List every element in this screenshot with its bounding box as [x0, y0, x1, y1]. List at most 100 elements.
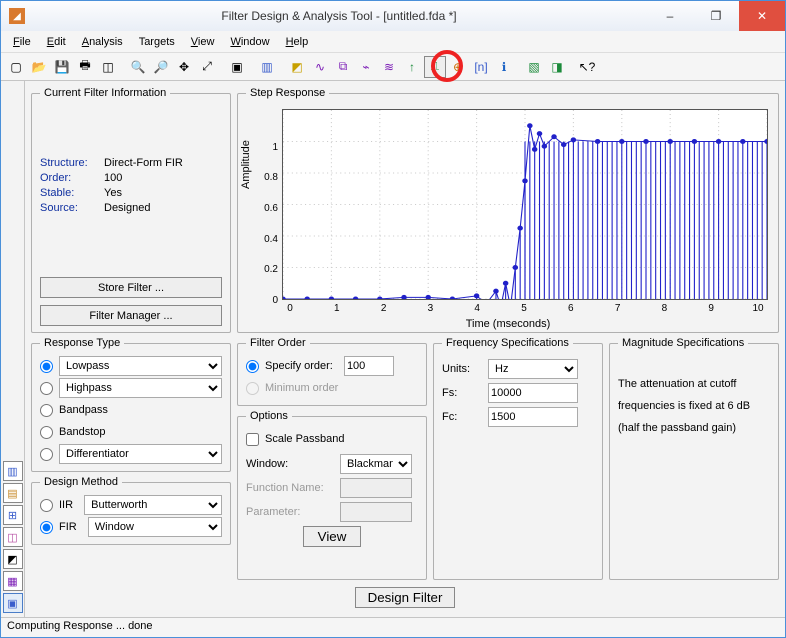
fo-minimum-radio — [246, 382, 259, 395]
group-delay-icon[interactable]: ⌁ — [355, 56, 377, 78]
dm-iir-radio[interactable] — [40, 499, 53, 512]
pan-icon[interactable]: ✥ — [173, 56, 195, 78]
rt-diff-select[interactable]: Differentiator — [59, 444, 222, 464]
rt-diff-radio[interactable] — [40, 448, 53, 461]
palette-btn-5[interactable]: ◩ — [3, 549, 23, 569]
opt-view-button[interactable]: View — [303, 526, 362, 547]
filter-manager-button[interactable]: Filter Manager ... — [40, 305, 222, 326]
new-icon[interactable]: ▢ — [5, 56, 27, 78]
rt-bandpass-radio[interactable] — [40, 404, 53, 417]
palette-btn-3[interactable]: ⊞ — [3, 505, 23, 525]
mag-legend: Magnitude Specifications — [618, 337, 748, 349]
zoom-in-icon[interactable]: 🔍 — [127, 56, 149, 78]
main-area: ▥ ▤ ⊞ ◫ ◩ ▦ ▣ Current Filter Information… — [1, 81, 785, 617]
cfi-source-label: Source: — [40, 202, 100, 214]
store-filter-button[interactable]: Store Filter ... — [40, 277, 222, 298]
step-response-chart[interactable] — [282, 109, 768, 300]
phase-delay-icon[interactable]: ≋ — [378, 56, 400, 78]
status-text: Computing Response ... done — [7, 620, 153, 632]
zoom-out-icon[interactable]: 🔎 — [150, 56, 172, 78]
cfi-order-label: Order: — [40, 172, 100, 184]
cfi-stable-label: Stable: — [40, 187, 100, 199]
freq-fs-input[interactable] — [488, 383, 578, 403]
help-icon[interactable]: ↖? — [576, 56, 598, 78]
filter-coeffs-icon[interactable]: [n] — [470, 56, 492, 78]
phase-response-icon[interactable]: ∿ — [309, 56, 331, 78]
close-button[interactable]: ✕ — [739, 1, 785, 31]
palette-btn-1[interactable]: ▥ — [3, 461, 23, 481]
dm-fir-label: FIR — [59, 521, 77, 533]
rt-bandpass-label: Bandpass — [59, 404, 108, 416]
palette-btn-7[interactable]: ▣ — [3, 593, 23, 613]
mag-response-est-icon[interactable]: ▧ — [523, 56, 545, 78]
open-icon[interactable]: 📂 — [28, 56, 50, 78]
chart-xlabel: Time (mseconds) — [238, 318, 778, 330]
cfi-source-value: Designed — [104, 202, 222, 214]
opt-scale-label: Scale Passband — [265, 433, 345, 445]
fo-legend: Filter Order — [246, 337, 310, 349]
dm-fir-select[interactable]: Window — [88, 517, 222, 537]
opt-func-input — [340, 478, 412, 498]
palette-btn-2[interactable]: ▤ — [3, 483, 23, 503]
status-bar: Computing Response ... done — [1, 617, 785, 637]
palette-btn-6[interactable]: ▦ — [3, 571, 23, 591]
current-filter-info: Current Filter Information Structure: Di… — [31, 87, 231, 333]
freq-fc-label: Fc: — [442, 411, 482, 423]
save-icon[interactable]: 💾 — [51, 56, 73, 78]
freq-fc-input[interactable] — [488, 407, 578, 427]
app-icon: ◢ — [9, 8, 25, 24]
rt-lowpass-select[interactable]: Lowpass — [59, 356, 222, 376]
print-preview-icon[interactable]: ◫ — [97, 56, 119, 78]
menu-view[interactable]: View — [183, 34, 223, 50]
rt-highpass-select[interactable]: Highpass — [59, 378, 222, 398]
pole-zero-icon[interactable]: ⊕ — [447, 56, 469, 78]
full-view-icon[interactable]: ▣ — [226, 56, 248, 78]
filter-specs-icon[interactable]: ▥ — [256, 56, 278, 78]
cfi-order-value: 100 — [104, 172, 222, 184]
menu-window[interactable]: Window — [222, 34, 277, 50]
rt-bandstop-label: Bandstop — [59, 426, 105, 438]
opt-window-select[interactable]: Blackman — [340, 454, 412, 474]
zoom-fit-icon[interactable]: ⤢ — [196, 56, 218, 78]
impulse-response-icon[interactable]: ↑ — [401, 56, 423, 78]
design-method-group: Design Method IIR Butterworth FIR Window — [31, 476, 231, 545]
menubar: File Edit Analysis Targets View Window H… — [1, 31, 785, 53]
dm-legend: Design Method — [40, 476, 122, 488]
rt-highpass-radio[interactable] — [40, 382, 53, 395]
dm-fir-radio[interactable] — [40, 521, 53, 534]
freq-units-select[interactable]: Hz — [488, 359, 578, 379]
design-filter-button[interactable]: Design Filter — [355, 587, 456, 608]
menu-help[interactable]: Help — [278, 34, 317, 50]
rt-lowpass-radio[interactable] — [40, 360, 53, 373]
cfi-structure-label: Structure: — [40, 157, 100, 169]
step-response-icon[interactable]: ⎍ — [424, 56, 446, 78]
fo-specify-input[interactable] — [344, 356, 394, 376]
content: Current Filter Information Structure: Di… — [25, 81, 785, 617]
menu-targets[interactable]: Targets — [131, 34, 183, 50]
menu-file[interactable]: File — [5, 34, 39, 50]
opt-legend: Options — [246, 410, 292, 422]
mag-response-icon[interactable]: ◩ — [286, 56, 308, 78]
mag-text-2: frequencies is fixed at 6 dB — [618, 395, 770, 417]
dm-iir-select[interactable]: Butterworth — [84, 495, 222, 515]
menu-edit[interactable]: Edit — [39, 34, 74, 50]
palette-btn-4[interactable]: ◫ — [3, 527, 23, 547]
magnitude-specs-group: Magnitude Specifications The attenuation… — [609, 337, 779, 580]
mag-text-3: (half the passband gain) — [618, 417, 770, 439]
rt-bandstop-radio[interactable] — [40, 426, 53, 439]
filter-info-icon[interactable]: ℹ — [493, 56, 515, 78]
toolbar: ▢ 📂 💾 🖶 ◫ 🔍 🔎 ✥ ⤢ ▣ ▥ ◩ ∿ ⧉ ⌁ ≋ ↑ ⎍ ⊕ [n… — [1, 53, 785, 81]
mag-phase-icon[interactable]: ⧉ — [332, 56, 354, 78]
opt-scale-checkbox[interactable] — [246, 433, 259, 446]
minimize-button[interactable]: – — [647, 1, 693, 31]
round-off-icon[interactable]: ◨ — [546, 56, 568, 78]
opt-param-input — [340, 502, 412, 522]
rt-legend: Response Type — [40, 337, 124, 349]
menu-analysis[interactable]: Analysis — [74, 34, 131, 50]
opt-window-label: Window: — [246, 458, 334, 470]
fo-specify-radio[interactable] — [246, 360, 259, 373]
fo-minimum-label: Minimum order — [265, 382, 338, 394]
opt-param-label: Parameter: — [246, 506, 334, 518]
print-icon[interactable]: 🖶 — [74, 56, 96, 78]
maximize-button[interactable]: ❐ — [693, 1, 739, 31]
